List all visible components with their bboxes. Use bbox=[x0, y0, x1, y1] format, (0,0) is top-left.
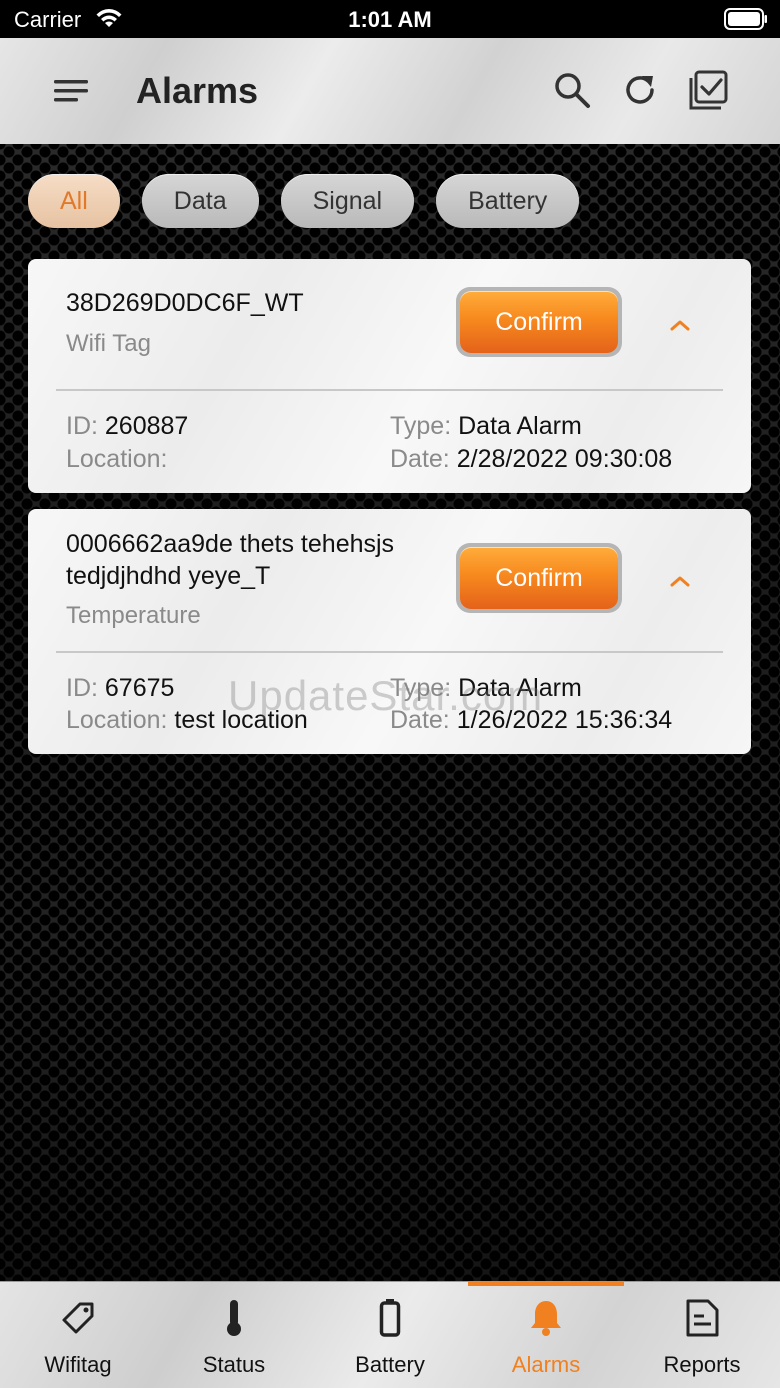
active-tab-indicator bbox=[468, 1282, 624, 1286]
filter-all[interactable]: All bbox=[28, 174, 120, 228]
filter-battery[interactable]: Battery bbox=[436, 174, 580, 228]
alarm-id: ID: 67675 bbox=[66, 674, 175, 702]
alarm-subtitle: Wifi Tag bbox=[66, 330, 151, 357]
alarm-id: ID: 260887 bbox=[66, 412, 189, 440]
filter-signal[interactable]: Signal bbox=[280, 174, 415, 228]
tab-status[interactable]: Status bbox=[156, 1282, 312, 1388]
alarm-location: Location: bbox=[66, 445, 168, 473]
alarm-date: Date: 2/28/2022 09:30:08 bbox=[390, 445, 673, 473]
app-header: Alarms bbox=[0, 38, 780, 145]
select-all-icon[interactable] bbox=[688, 70, 728, 110]
confirm-button[interactable]: Confirm bbox=[456, 287, 622, 357]
confirm-button[interactable]: Confirm bbox=[456, 543, 622, 613]
chevron-up-icon[interactable] bbox=[668, 573, 692, 589]
alarm-card[interactable]: 38D269D0DC6F_WT Wifi Tag Confirm ID: 260… bbox=[28, 259, 751, 493]
bell-icon bbox=[531, 1301, 561, 1336]
alarm-subtitle: Temperature bbox=[66, 602, 201, 629]
tab-wifitag[interactable]: Wifitag bbox=[0, 1282, 156, 1388]
refresh-icon[interactable] bbox=[620, 70, 660, 110]
filter-chips: All Data Signal Battery bbox=[28, 174, 580, 228]
thermometer-icon bbox=[227, 1300, 241, 1336]
battery-status-icon bbox=[724, 8, 767, 30]
divider bbox=[56, 651, 723, 653]
tab-battery[interactable]: Battery bbox=[312, 1282, 468, 1388]
alarm-name: 0006662aa9de thets tehehsjs tedjdjhdhd y… bbox=[66, 530, 395, 590]
report-icon bbox=[686, 1299, 719, 1337]
search-icon[interactable] bbox=[552, 70, 592, 110]
alarm-type: Type: Data Alarm bbox=[390, 412, 582, 440]
clock: 1:01 AM bbox=[348, 7, 432, 32]
chevron-up-icon[interactable] bbox=[668, 317, 692, 333]
tab-bar: Wifitag Status Battery Alarms Reports bbox=[0, 1281, 780, 1388]
watermark: UpdateStar.com bbox=[228, 672, 544, 719]
tab-reports[interactable]: Reports bbox=[624, 1282, 780, 1388]
divider bbox=[56, 389, 723, 391]
battery-icon bbox=[379, 1299, 401, 1337]
status-bar: Carrier 1:01 AM bbox=[0, 0, 780, 38]
page-title: Alarms bbox=[136, 70, 259, 111]
alarm-name: 38D269D0DC6F_WT bbox=[66, 289, 304, 317]
filter-data[interactable]: Data bbox=[141, 174, 259, 228]
menu-icon[interactable] bbox=[52, 76, 90, 106]
tag-icon bbox=[62, 1302, 94, 1334]
tab-alarms[interactable]: Alarms bbox=[468, 1282, 624, 1388]
